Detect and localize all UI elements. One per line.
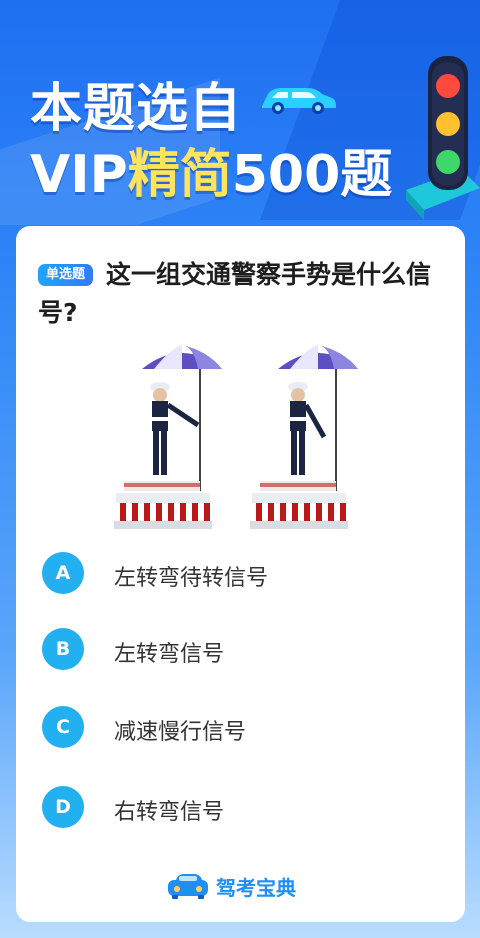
question-card: 这一组交通警察手势是什么信号? 单选题 A 左转弯待转信号 B 左转弯信号 C … (16, 226, 465, 922)
title-highlight: 精简 (127, 145, 232, 205)
question-type-badge: 单选题 (38, 264, 94, 286)
option-d-letter: D (42, 786, 84, 828)
option-b-letter: B (42, 628, 84, 670)
traffic-light-icon (406, 56, 480, 220)
officer-right (250, 345, 358, 529)
traffic-police-gesture-image (114, 345, 358, 529)
option-b[interactable]: B 左转弯信号 (40, 624, 440, 672)
title-vip: VIP (30, 145, 128, 205)
option-c-letter: C (42, 706, 84, 748)
option-a-text: 左转弯待转信号 (114, 566, 269, 591)
officer-left (114, 345, 222, 529)
option-d-text: 右转弯信号 (114, 800, 225, 825)
title-line1: 本题选自 (30, 79, 243, 139)
title-line2: VIP精简500题 (30, 132, 392, 207)
question-text: 这一组交通警察手势是什么信号? (38, 260, 432, 327)
option-a-letter: A (42, 552, 84, 594)
brand-logo: 驾考宝典 (166, 868, 326, 904)
title-rest: 500题 (231, 145, 393, 205)
car-logo-icon (168, 874, 208, 899)
option-a[interactable]: A 左转弯待转信号 (40, 548, 440, 596)
option-b-text: 左转弯信号 (114, 642, 225, 667)
header: 本题选自 VIP精简500题 (0, 0, 480, 225)
car-icon (262, 88, 336, 114)
brand-name: 驾考宝典 (216, 876, 296, 900)
option-d[interactable]: D 右转弯信号 (40, 782, 440, 830)
option-c-text: 减速慢行信号 (114, 720, 247, 745)
option-c[interactable]: C 减速慢行信号 (40, 702, 440, 750)
